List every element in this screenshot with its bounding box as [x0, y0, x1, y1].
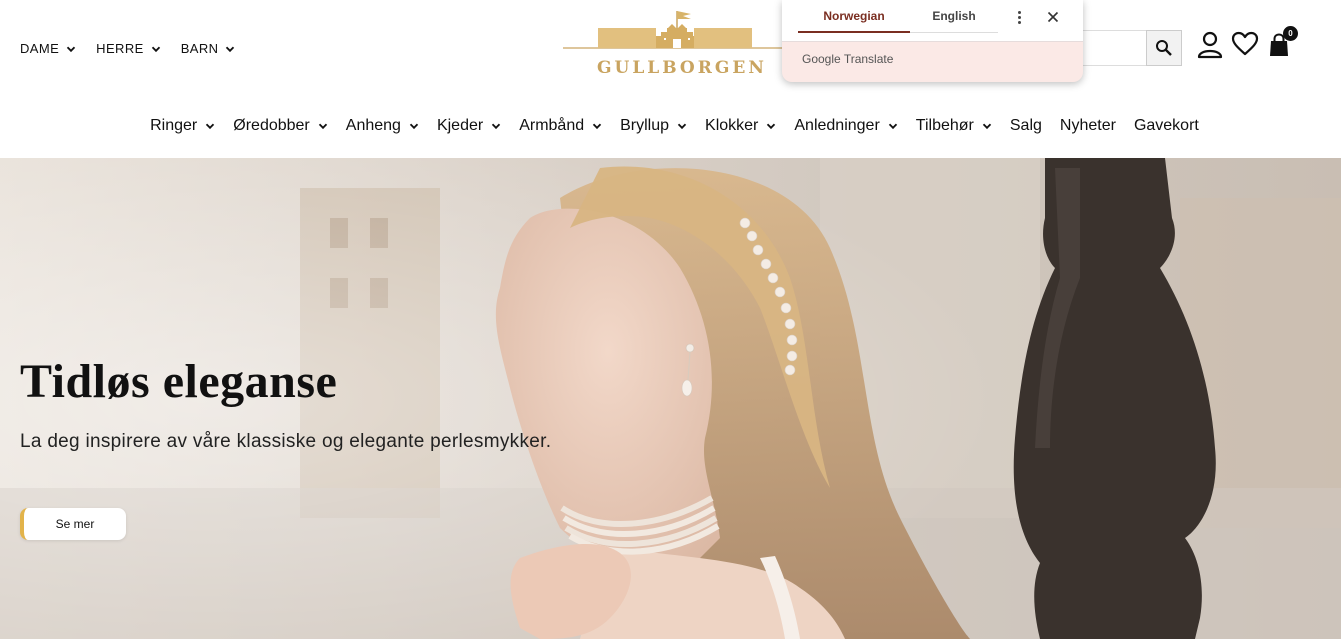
logo-text: GULLBORGEN	[597, 58, 767, 78]
hero-banner: Tidløs eleganse La deg inspirere av våre…	[0, 158, 1341, 639]
castle-logo-icon	[563, 11, 783, 49]
main-nav-label: Anheng	[345, 117, 401, 134]
main-nav-label: Salg	[1009, 117, 1042, 134]
main-nav-item-nyheter[interactable]: Nyheter	[1060, 117, 1116, 135]
see-more-button[interactable]: Se mer	[20, 508, 126, 540]
chevron-down-icon	[766, 121, 776, 131]
main-nav-label: Klokker	[705, 117, 759, 134]
google-translate-brand: Google Translate	[802, 52, 893, 66]
chevron-down-icon	[888, 121, 898, 131]
gender-nav-label: HERRE	[96, 41, 144, 56]
tab-english[interactable]: English	[910, 0, 998, 33]
chevron-down-icon	[205, 121, 215, 131]
search-input[interactable]	[1078, 30, 1146, 66]
search-icon	[1156, 40, 1172, 56]
main-nav-label: Øredobber	[233, 117, 310, 134]
main-nav-label: Gavekort	[1133, 117, 1199, 134]
main-nav-item-klokker[interactable]: Klokker	[705, 117, 776, 135]
main-nav-item-salg[interactable]: Salg	[1010, 117, 1042, 135]
chevron-down-icon	[225, 44, 235, 54]
hero-title: Tidløs eleganse	[20, 355, 338, 408]
main-nav-label: Bryllup	[620, 117, 670, 134]
search-button[interactable]	[1146, 30, 1182, 66]
hero-subtitle: La deg inspirere av våre klassiske og el…	[20, 431, 552, 452]
gender-nav: DAME HERRE BARN	[20, 41, 235, 56]
main-nav-item-tilbehor[interactable]: Tilbehør	[916, 117, 992, 135]
chevron-down-icon	[677, 121, 687, 131]
site-logo[interactable]: GULLBORGEN	[563, 8, 783, 78]
main-nav-item-armband[interactable]: Armbånd	[519, 117, 602, 135]
gender-nav-dame[interactable]: DAME	[20, 41, 76, 56]
main-nav-label: Tilbehør	[915, 117, 974, 134]
main-nav-item-gavekort[interactable]: Gavekort	[1134, 117, 1199, 135]
translate-tab-bar: Norwegian English	[782, 0, 1083, 42]
brand-translate: Translate	[843, 52, 894, 66]
chevron-down-icon	[66, 44, 76, 54]
more-options-icon[interactable]	[1010, 8, 1028, 26]
user-icon	[1197, 31, 1223, 59]
main-nav-label: Anledninger	[794, 117, 880, 134]
chevron-down-icon	[151, 44, 161, 54]
main-nav-label: Kjeder	[436, 117, 484, 134]
google-translate-popup: Norwegian English Google Translate	[782, 0, 1083, 82]
gender-nav-label: DAME	[20, 41, 60, 56]
chevron-down-icon	[409, 121, 419, 131]
chevron-down-icon	[318, 121, 328, 131]
chevron-down-icon	[982, 121, 992, 131]
cart-count-badge: 0	[1283, 26, 1298, 41]
close-icon[interactable]	[1044, 8, 1062, 26]
heart-icon	[1231, 31, 1259, 56]
gender-nav-label: BARN	[180, 41, 219, 56]
gender-nav-herre[interactable]: HERRE	[96, 41, 161, 56]
main-nav-item-ringer[interactable]: Ringer	[150, 117, 215, 135]
main-nav-item-anledninger[interactable]: Anledninger	[794, 117, 897, 135]
main-nav-item-bryllup[interactable]: Bryllup	[620, 117, 687, 135]
wishlist-button[interactable]	[1231, 31, 1259, 57]
main-nav-item-anheng[interactable]: Anheng	[346, 117, 419, 135]
main-nav-item-kjeder[interactable]: Kjeder	[437, 117, 501, 135]
main-nav: Ringer Øredobber Anheng Kjeder Armbånd B…	[0, 117, 1341, 135]
tab-norwegian[interactable]: Norwegian	[798, 0, 910, 33]
chevron-down-icon	[491, 121, 501, 131]
main-nav-label: Ringer	[150, 117, 198, 134]
main-nav-label: Nyheter	[1059, 117, 1116, 134]
brand-google: Google	[802, 52, 841, 66]
user-account-button[interactable]	[1197, 31, 1223, 59]
chevron-down-icon	[592, 121, 602, 131]
site-header: DAME HERRE BARN GULLBORGEN 0 Ringer Øred…	[0, 0, 1341, 158]
main-nav-label: Armbånd	[519, 117, 585, 134]
gender-nav-barn[interactable]: BARN	[181, 41, 236, 56]
main-nav-item-oredobber[interactable]: Øredobber	[233, 117, 328, 135]
